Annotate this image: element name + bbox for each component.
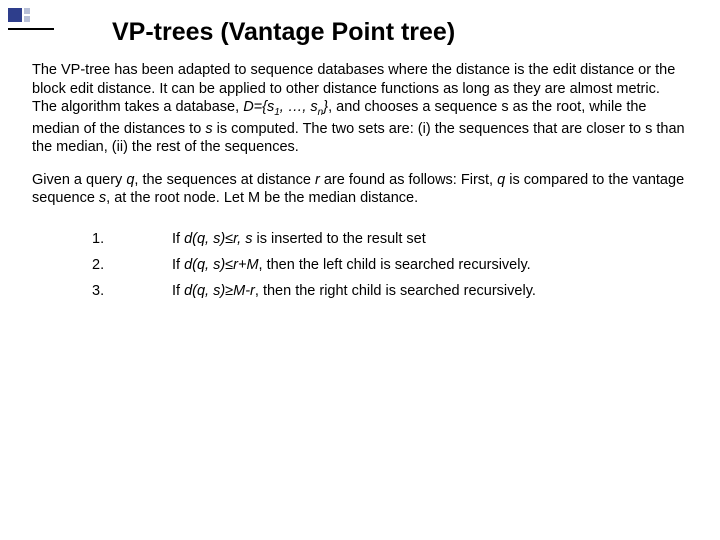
slide-content: VP-trees (Vantage Point tree) The VP-tre… xyxy=(0,0,720,324)
list-text: If d(q, s)≤r+M, then the left child is s… xyxy=(172,252,688,278)
list-item: 2. If d(q, s)≤r+M, then the left child i… xyxy=(92,252,688,278)
paragraph-1: The VP-tree has been adapted to sequence… xyxy=(32,61,688,157)
slide-corner-decoration xyxy=(8,8,48,34)
para1-text-b1: The algorithm takes a database, xyxy=(32,99,243,115)
para1-db: D={s1, …, sn} xyxy=(243,99,328,115)
list-text: If d(q, s)≥M-r, then the right child is … xyxy=(172,278,688,304)
paragraph-2: Given a query q, the sequences at distan… xyxy=(32,171,688,208)
list-item: 3. If d(q, s)≥M-r, then the right child … xyxy=(92,278,688,304)
para1-text-a: The VP-tree has been adapted to sequence… xyxy=(32,62,675,97)
list-text: If d(q, s)≤r, s is inserted to the resul… xyxy=(172,226,688,252)
list-number: 2. xyxy=(92,252,172,278)
list-number: 1. xyxy=(92,226,172,252)
list-item: 1. If d(q, s)≤r, s is inserted to the re… xyxy=(92,226,688,252)
numbered-list: 1. If d(q, s)≤r, s is inserted to the re… xyxy=(92,226,688,304)
list-number: 3. xyxy=(92,278,172,304)
slide-title: VP-trees (Vantage Point tree) xyxy=(32,18,688,47)
